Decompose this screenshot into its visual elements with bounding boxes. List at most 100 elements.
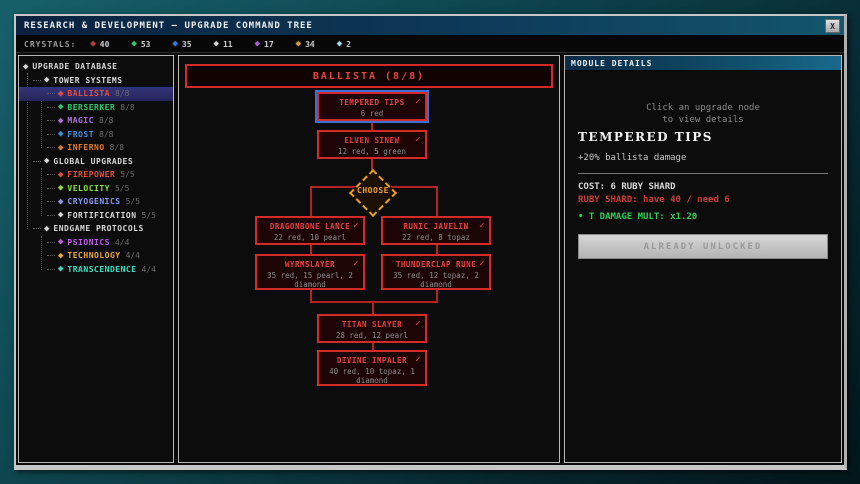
crystals-label: CRYSTALS: — [24, 40, 76, 49]
node-title: THUNDERCLAP RUNE — [396, 260, 476, 269]
diamond-icon: ◆ — [58, 183, 63, 193]
crystal-blue: ◆ 35 — [172, 39, 191, 49]
connector — [310, 301, 438, 303]
sidebar-item-firepower[interactable]: ◆ FIREPOWER 5/5 — [19, 168, 173, 182]
node-cost: 35 red, 15 pearl, 2 diamond — [257, 271, 363, 289]
node-cost: 12 red, 5 green — [319, 147, 425, 156]
crystal-count: 53 — [141, 40, 151, 49]
sidebar-item-ballista[interactable]: ◆ BALLISTA 8/8 — [19, 87, 173, 101]
tree-title: BALLISTA (8/8) — [185, 64, 553, 88]
diamond-icon: ◆ — [44, 75, 49, 85]
diamond-icon: ◆ — [58, 116, 63, 126]
progress-count: 5/5 — [120, 170, 134, 179]
progress-count: 8/8 — [120, 103, 134, 112]
progress-count: 4/4 — [126, 251, 140, 260]
already-unlocked-button[interactable]: ALREADY UNLOCKED — [578, 234, 828, 259]
sidebar-item-magic[interactable]: ◆ MAGIC 8/8 — [19, 114, 173, 128]
node-cost: 6 red — [319, 109, 425, 118]
choose-node[interactable]: CHOOSE — [348, 169, 398, 217]
sidebar-item-upgrade-database[interactable]: ◆ UPGRADE DATABASE — [19, 60, 173, 74]
crystal-pearl: ◆ 11 — [214, 39, 233, 49]
connector — [436, 186, 438, 216]
crystal-count: 40 — [100, 40, 110, 49]
sidebar-item-global-upgrades[interactable]: ◆ GLOBAL UPGRADES — [19, 155, 173, 169]
node-title: ELVEN SINEW — [344, 136, 399, 145]
details-stat: • T DAMAGE MULT: x1.20 — [578, 212, 828, 222]
check-icon: ✓ — [415, 97, 421, 107]
sidebar-item-technology[interactable]: ◆ TECHNOLOGY 4/4 — [19, 249, 173, 263]
upgrade-node-dragonbone-lance[interactable]: DRAGONBONE LANCE✓ 22 red, 10 pearl — [255, 216, 365, 245]
progress-count: 8/8 — [110, 143, 124, 152]
sidebar-item-fortification[interactable]: ◆ FORTIFICATION 5/5 — [19, 209, 173, 223]
crystal-red: ◆ 40 — [90, 39, 109, 49]
upgrade-node-thunderclap-rune[interactable]: THUNDERCLAP RUNE✓ 35 red, 12 topaz, 2 di… — [381, 254, 491, 290]
details-placeholder: Click an upgrade node to view details — [578, 103, 828, 126]
upgrade-node-runic-javelin[interactable]: RUNIC JAVELIN✓ 22 red, 8 topaz — [381, 216, 491, 245]
crystal-topaz: ◆ 34 — [296, 39, 315, 49]
progress-count: 8/8 — [99, 116, 113, 125]
crystal-count: 2 — [346, 40, 351, 49]
connector — [372, 301, 374, 314]
upgrade-node-tempered-tips[interactable]: TEMPERED TIPS ✓ 6 red — [317, 92, 427, 121]
progress-count: 5/5 — [142, 211, 156, 220]
upgrade-tree-panel: BALLISTA (8/8) TEMPERED TIPS ✓ 6 red ELVE… — [178, 55, 560, 463]
node-cost: 35 red, 12 topaz, 2 diamond — [383, 271, 489, 289]
diamond-icon: ◆ — [58, 197, 63, 207]
crystal-purple: ◆ 17 — [255, 39, 274, 49]
upgrade-node-divine-impaler[interactable]: DIVINE IMPALER✓ 40 red, 10 topaz, 1 diam… — [317, 350, 427, 386]
check-icon: ✓ — [415, 355, 421, 365]
diamond-icon: ◆ — [58, 210, 63, 220]
sidebar-item-berserker[interactable]: ◆ BERSERKER 8/8 — [19, 101, 173, 115]
diamond-icon: ◆ — [44, 156, 49, 166]
sidebar-item-transcendence[interactable]: ◆ TRANSCENDENCE 4/4 — [19, 263, 173, 277]
gem-icon: ◆ — [131, 39, 136, 49]
diamond-icon: ◆ — [58, 89, 63, 99]
details-effect: +20% ballista damage — [578, 153, 828, 163]
diamond-icon: ◆ — [58, 264, 63, 274]
node-title: WYRMSLAYER — [285, 260, 335, 269]
node-cost: 22 red, 8 topaz — [383, 233, 489, 242]
connector — [436, 289, 438, 301]
title-bar: RESEARCH & DEVELOPMENT — UPGRADE COMMAND… — [16, 16, 844, 36]
node-title: RUNIC JAVELIN — [403, 222, 468, 231]
rd-upgrade-window: RESEARCH & DEVELOPMENT — UPGRADE COMMAND… — [14, 14, 847, 470]
gem-icon: ◆ — [255, 39, 260, 49]
gem-icon: ◆ — [214, 39, 219, 49]
diamond-icon: ◆ — [44, 224, 49, 234]
sidebar-item-endgame-protocols[interactable]: ◆ ENDGAME PROTOCOLS — [19, 222, 173, 236]
details-body: Click an upgrade node to view details TE… — [565, 71, 841, 462]
node-cost: 28 red, 12 pearl — [319, 331, 425, 340]
gem-icon: ◆ — [296, 39, 301, 49]
connector — [372, 343, 374, 350]
sidebar-item-inferno[interactable]: ◆ INFERNO 8/8 — [19, 141, 173, 155]
upgrade-node-elven-sinew[interactable]: ELVEN SINEW ✓ 12 red, 5 green — [317, 130, 427, 159]
sidebar-item-psionics[interactable]: ◆ PSIONICS 4/4 — [19, 236, 173, 250]
crystal-count: 34 — [305, 40, 315, 49]
sidebar-item-tower-systems[interactable]: ◆ TOWER SYSTEMS — [19, 74, 173, 88]
close-button[interactable]: X — [825, 19, 840, 33]
details-requirement: RUBY SHARD: have 40 / need 6 — [578, 195, 828, 205]
sidebar-item-cryogenics[interactable]: ◆ CRYOGENICS 5/5 — [19, 195, 173, 209]
diamond-icon: ◆ — [58, 143, 63, 153]
upgrade-node-wyrmslayer[interactable]: WYRMSLAYER✓ 35 red, 15 pearl, 2 diamond — [255, 254, 365, 290]
sidebar-item-velocity[interactable]: ◆ VELOCITY 5/5 — [19, 182, 173, 196]
crystal-diamond: ◆ 2 — [337, 39, 351, 49]
window-title: RESEARCH & DEVELOPMENT — UPGRADE COMMAND… — [16, 21, 313, 31]
node-cost: 22 red, 10 pearl — [257, 233, 363, 242]
progress-count: 8/8 — [99, 130, 113, 139]
diamond-icon: ◆ — [58, 170, 63, 180]
connector — [310, 245, 312, 254]
check-icon: ✓ — [415, 135, 421, 145]
diamond-icon: ◆ — [58, 102, 63, 112]
diamond-icon: ◆ — [58, 251, 63, 261]
node-title: TEMPERED TIPS — [339, 98, 404, 107]
connector — [310, 186, 312, 216]
sidebar-item-frost[interactable]: ◆ FROST 8/8 — [19, 128, 173, 142]
progress-count: 5/5 — [115, 184, 129, 193]
divider — [578, 173, 828, 174]
check-icon: ✓ — [479, 259, 485, 269]
upgrade-node-titan-slayer[interactable]: TITAN SLAYER✓ 28 red, 12 pearl — [317, 314, 427, 343]
progress-count: 8/8 — [115, 89, 129, 98]
node-title: DIVINE IMPALER — [337, 356, 407, 365]
details-title: TEMPERED TIPS — [578, 130, 828, 144]
